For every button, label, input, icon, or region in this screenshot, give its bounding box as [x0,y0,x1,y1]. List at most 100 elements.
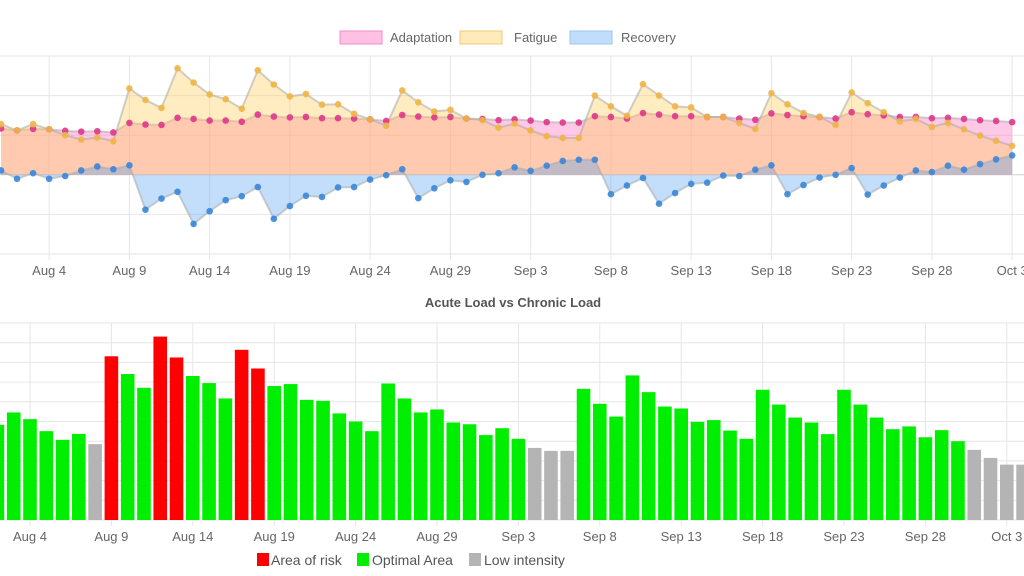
point-adaptation [784,111,791,119]
legend-label-recovery: Recovery [621,30,676,45]
point-fatigue [575,134,583,142]
point-adaptation [126,119,133,127]
point-recovery [703,179,711,187]
bar-optimal [869,417,884,520]
point-fatigue [222,95,229,103]
x-tick-label: Sep 18 [742,529,783,544]
point-adaptation [976,116,984,124]
point-adaptation [495,116,502,124]
point-adaptation [334,114,342,122]
bar-optimal [511,438,526,520]
bar-optimal [332,413,347,520]
point-adaptation [447,113,454,121]
bar-optimal [218,398,233,520]
x-tick-label: Aug 24 [335,529,376,544]
point-fatigue [334,101,342,108]
x-tick-label: Aug 24 [350,263,391,278]
point-fatigue [591,92,599,99]
bar-low [1016,464,1024,520]
point-fatigue [110,137,117,145]
point-adaptation [864,110,871,118]
point-fatigue [318,101,326,109]
point-recovery [398,165,406,173]
point-adaptation [302,113,310,121]
bar-optimal [137,387,151,520]
bar-risk [153,336,168,520]
bar-low [527,447,542,520]
bar-optimal [593,403,607,520]
point-adaptation [415,113,422,120]
x-tick-label: Oct 3 [997,263,1024,278]
x-tick-label: Aug 4 [32,263,66,278]
bar-low [544,450,558,520]
bar-low [1000,464,1014,520]
point-adaptation [398,111,406,119]
point-adaptation [286,114,294,121]
bar-optimal [804,422,819,520]
point-recovery [575,156,583,164]
point-recovery [350,183,358,191]
bar-optimal [576,388,591,520]
bar-optimal [202,383,216,520]
point-adaptation [768,110,775,117]
point-recovery [431,184,438,192]
x-tick-label: Sep 3 [514,263,548,278]
point-fatigue [286,93,294,100]
bar-optimal [934,430,949,520]
point-recovery [1008,152,1016,159]
x-tick-label: Sep 28 [905,529,946,544]
bar-optimal [820,434,835,520]
point-adaptation [190,115,197,123]
point-fatigue [671,102,679,110]
x-tick-label: Aug 19 [269,263,310,278]
point-fatigue [270,81,278,88]
point-fatigue [736,119,743,127]
point-adaptation [318,114,326,122]
bar-optimal [690,421,705,520]
point-adaptation [158,121,165,129]
point-recovery [559,157,567,165]
point-recovery [591,156,599,164]
point-recovery [29,169,37,177]
bar-optimal [413,412,428,520]
bar-optimal [316,400,330,520]
point-fatigue [1008,142,1016,150]
point-recovery [270,215,278,223]
bar-optimal [674,408,688,520]
point-fatigue [719,113,727,121]
point-fatigue [206,91,213,98]
point-recovery [623,182,631,189]
bottom-chart-title: Acute Load vs Chronic Load [425,295,601,310]
point-fatigue [928,123,936,131]
point-recovery [543,162,550,169]
point-recovery [816,174,823,181]
point-fatigue [752,125,759,133]
legend-swatch-fatigue [459,30,503,45]
point-recovery [479,171,486,179]
point-recovery [415,194,422,202]
point-adaptation [559,119,567,126]
point-fatigue [816,113,823,121]
point-adaptation [142,121,149,128]
bar-risk [104,356,119,520]
x-tick-label: Oct 3 [991,529,1022,544]
point-recovery [174,188,181,196]
bar-optimal [902,426,916,520]
bar-low [983,457,998,520]
point-fatigue [623,112,631,120]
point-recovery [45,175,53,183]
point-recovery [222,196,229,204]
point-fatigue [254,66,262,74]
point-fatigue [511,120,518,128]
point-adaptation [639,109,647,117]
point-recovery [94,163,101,170]
point-recovery [302,192,310,200]
point-recovery [334,184,342,191]
legend-swatch-risk [257,553,269,566]
point-fatigue [543,132,550,140]
x-tick-label: Aug 29 [430,263,471,278]
bar-optimal [365,431,379,520]
point-recovery [864,191,871,198]
point-fatigue [479,116,486,124]
bar-optimal [23,419,37,520]
